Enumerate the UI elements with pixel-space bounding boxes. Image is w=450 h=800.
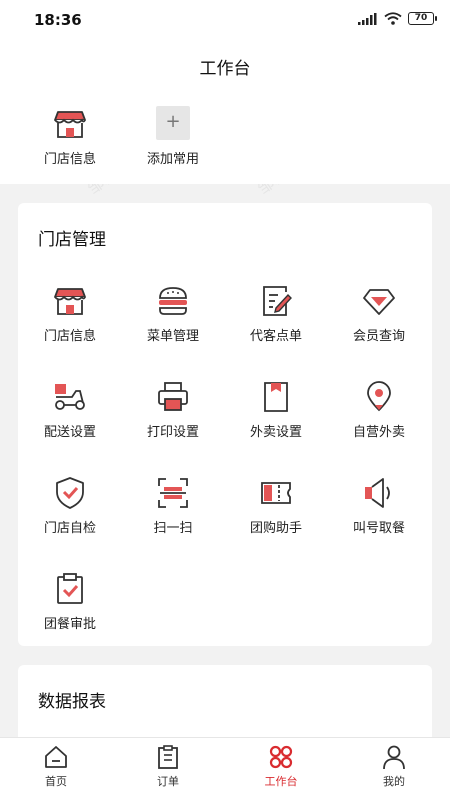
grid-item-proxy-order[interactable]: 代客点单 [226,283,326,344]
grid-item-call-number[interactable]: 叫号取餐 [329,475,429,536]
grid-item-label: 扫一扫 [153,521,193,536]
store-management-card: 门店管理 门店信息 菜单管理 代客点单 会员查询 配送设置 打印设置 外卖设置 … [18,203,432,646]
grid-item-label: 门店自检 [43,521,96,536]
status-icons: 70 [358,12,437,25]
tab-orders[interactable]: 订单 [112,744,224,789]
grid-item-label: 门店信息 [43,329,96,344]
grid-item-print-settings[interactable]: 打印设置 [123,379,223,440]
tab-home[interactable]: 首页 [0,744,112,789]
location-pin-icon [367,381,391,412]
tab-mine[interactable]: 我的 [338,744,450,789]
status-bar: 18:36 70 [0,0,450,40]
grid-item-delivery-settings[interactable]: 配送设置 [20,379,120,440]
grid-item-label: 自营外卖 [352,425,405,440]
grid-item-group-meal-approval[interactable]: 团餐审批 [20,571,120,632]
add-common-button[interactable]: + 添加常用 [123,106,223,167]
diamond-icon [363,289,395,315]
scan-icon [158,478,188,508]
battery-icon: 70 [408,12,437,25]
grid-item-label: 团餐审批 [43,617,96,632]
page-title: 工作台 [199,59,251,79]
grid-item-self-delivery[interactable]: 自营外卖 [329,379,429,440]
grid-item-label: 配送设置 [43,425,96,440]
status-time: 18:36 [34,11,82,29]
grid-item-group-buy[interactable]: 团购助手 [226,475,326,536]
bag-icon [264,382,288,412]
quick-item-store-info[interactable]: 门店信息 [20,106,120,167]
signal-icon [358,12,377,25]
grid-item-label: 打印设置 [146,425,199,440]
order-list-icon [158,745,178,769]
grid-item-label: 团购助手 [249,521,302,536]
quick-item-label: 门店信息 [43,152,96,167]
grid-item-member-query[interactable]: 会员查询 [329,283,429,344]
printer-icon [158,382,188,411]
grid-item-menu[interactable]: 菜单管理 [123,283,223,344]
store-icon [54,288,86,315]
tab-label: 我的 [383,775,405,788]
tab-label: 首页 [45,775,67,788]
section-title: 数据报表 [38,692,106,712]
grid-item-label: 会员查询 [352,329,405,344]
home-icon [45,746,67,768]
wifi-icon [384,12,402,25]
grid-item-store-info[interactable]: 门店信息 [20,283,120,344]
shield-check-icon [56,477,84,509]
tab-label: 订单 [157,775,179,788]
plus-icon: + [156,106,190,140]
order-edit-icon [263,286,292,316]
tab-label: 工作台 [264,775,298,788]
grid-item-label: 外卖设置 [249,425,302,440]
scooter-icon [55,384,85,410]
grid-item-label: 叫号取餐 [352,521,405,536]
grid-item-label: 菜单管理 [146,329,199,344]
header: 工作台 [0,40,450,92]
store-icon [54,111,86,138]
quick-access: 门店信息 + 添加常用 [0,92,450,184]
burger-icon [159,287,187,315]
workbench-icon [269,745,293,769]
speaker-icon [365,478,390,508]
tab-workbench[interactable]: 工作台 [225,744,337,789]
ticket-icon [261,482,291,504]
grid-item-takeout-settings[interactable]: 外卖设置 [226,379,326,440]
user-icon [383,745,405,770]
section-title: 门店管理 [38,230,106,250]
add-common-label: 添加常用 [146,152,199,167]
grid-item-self-check[interactable]: 门店自检 [20,475,120,536]
clipboard-check-icon [57,573,83,604]
bottom-tab-bar: 首页 订单 工作台 我的 [0,737,450,800]
grid-item-scan[interactable]: 扫一扫 [123,475,223,536]
grid-item-label: 代客点单 [249,329,302,344]
